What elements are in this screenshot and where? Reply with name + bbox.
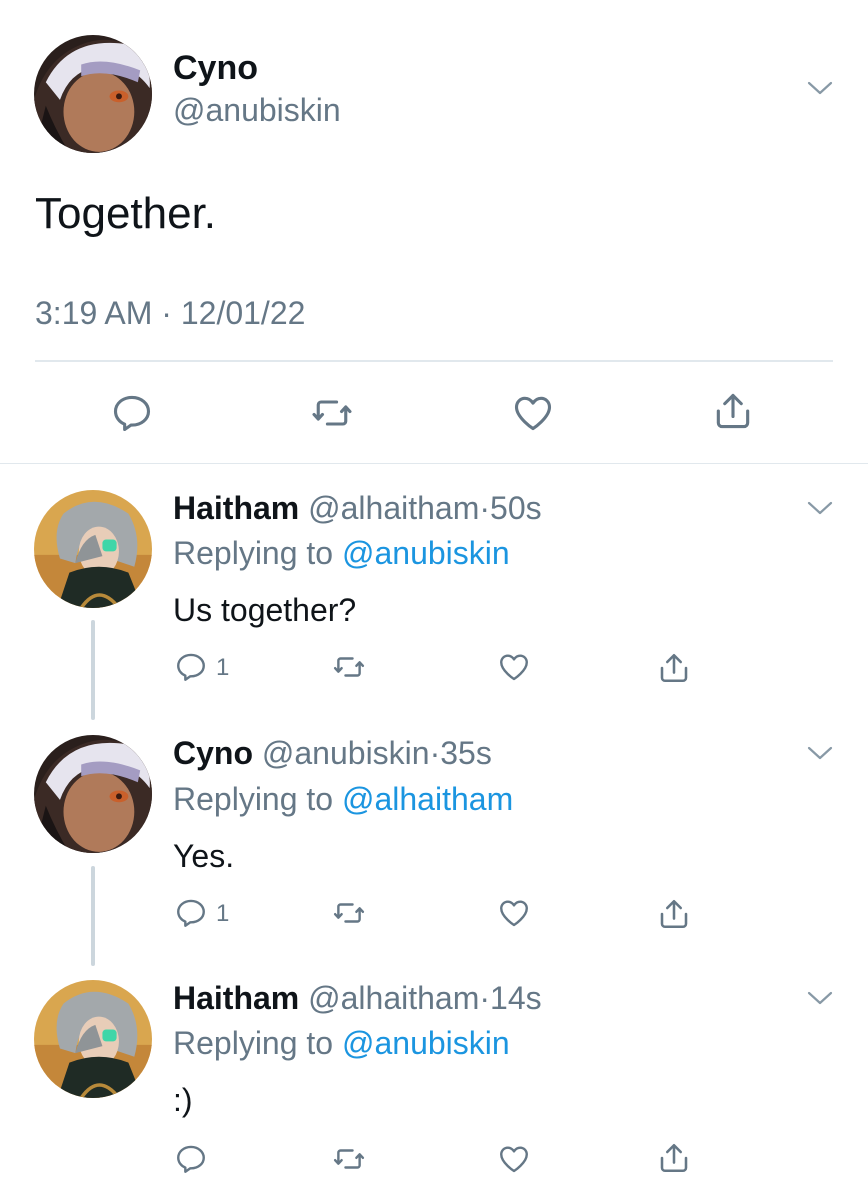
avatar[interactable] [34, 735, 152, 853]
author-handle[interactable]: @anubiskin [262, 735, 430, 771]
reply-header: Haitham @alhaitham·14s [173, 980, 542, 1017]
avatar[interactable] [34, 35, 152, 153]
replying-prefix: Replying to [173, 781, 334, 817]
retweet-icon[interactable] [308, 391, 356, 435]
chevron-down-icon[interactable] [805, 988, 835, 1008]
like-icon[interactable] [510, 391, 556, 435]
reply-text: Yes. [173, 838, 235, 874]
author-name[interactable]: Haitham [173, 980, 299, 1016]
tweet-date: 12/01/22 [180, 295, 306, 331]
reply-text: :) [173, 1082, 193, 1118]
replying-to: Replying to @alhaitham [173, 781, 513, 818]
tweet-age: 50s [490, 490, 542, 526]
replying-to-link[interactable]: @anubiskin [342, 535, 510, 571]
retweet-icon[interactable] [330, 650, 368, 684]
author-name[interactable]: Cyno [173, 49, 258, 88]
chevron-down-icon[interactable] [805, 498, 835, 518]
retweet-icon[interactable] [330, 896, 368, 930]
tweet-text: Together. [35, 189, 217, 238]
section-divider [0, 463, 868, 464]
reply-icon[interactable] [174, 896, 208, 930]
author-handle[interactable]: @alhaitham [308, 980, 479, 1016]
reply-header: Cyno @anubiskin·35s [173, 735, 492, 772]
like-icon[interactable] [496, 1142, 532, 1176]
chevron-down-icon[interactable] [805, 743, 835, 763]
replying-prefix: Replying to [173, 535, 334, 571]
tweet-age: 35s [440, 735, 492, 771]
author-handle[interactable]: @anubiskin [173, 92, 341, 129]
replying-to: Replying to @anubiskin [173, 1025, 510, 1062]
divider [35, 360, 833, 362]
author-name[interactable]: Haitham [173, 490, 299, 526]
tweet-timestamp: 3:19 AM · 12/01/22 [35, 295, 305, 332]
replying-to-link[interactable]: @alhaitham [342, 781, 513, 817]
reply-header: Haitham @alhaitham·50s [173, 490, 542, 527]
chevron-down-icon[interactable] [805, 78, 835, 98]
share-icon[interactable] [656, 1140, 692, 1176]
reply-text: Us together? [173, 592, 357, 628]
retweet-icon[interactable] [330, 1142, 368, 1176]
reply-count: 1 [216, 654, 230, 681]
like-icon[interactable] [496, 650, 532, 684]
author-name[interactable]: Cyno [173, 735, 253, 771]
replying-prefix: Replying to [173, 1025, 334, 1061]
author-handle[interactable]: @alhaitham [308, 490, 479, 526]
thread-line [91, 866, 95, 966]
reply-icon[interactable] [174, 1142, 208, 1176]
thread-line [91, 620, 95, 720]
share-icon[interactable] [656, 650, 692, 686]
avatar[interactable] [34, 980, 152, 1098]
separator: · [479, 490, 491, 526]
timestamp-separator: · [161, 295, 172, 331]
reply-icon[interactable] [174, 650, 208, 684]
share-icon[interactable] [656, 896, 692, 932]
tweet-age: 14s [490, 980, 542, 1016]
separator: · [479, 980, 491, 1016]
tweet-time: 3:19 AM [35, 295, 153, 331]
separator: · [429, 735, 441, 771]
avatar[interactable] [34, 490, 152, 608]
reply-icon[interactable] [110, 391, 154, 435]
replying-to: Replying to @anubiskin [173, 535, 510, 572]
replying-to-link[interactable]: @anubiskin [342, 1025, 510, 1061]
like-icon[interactable] [496, 896, 532, 930]
reply-count: 1 [216, 900, 230, 927]
share-icon[interactable] [711, 389, 755, 433]
